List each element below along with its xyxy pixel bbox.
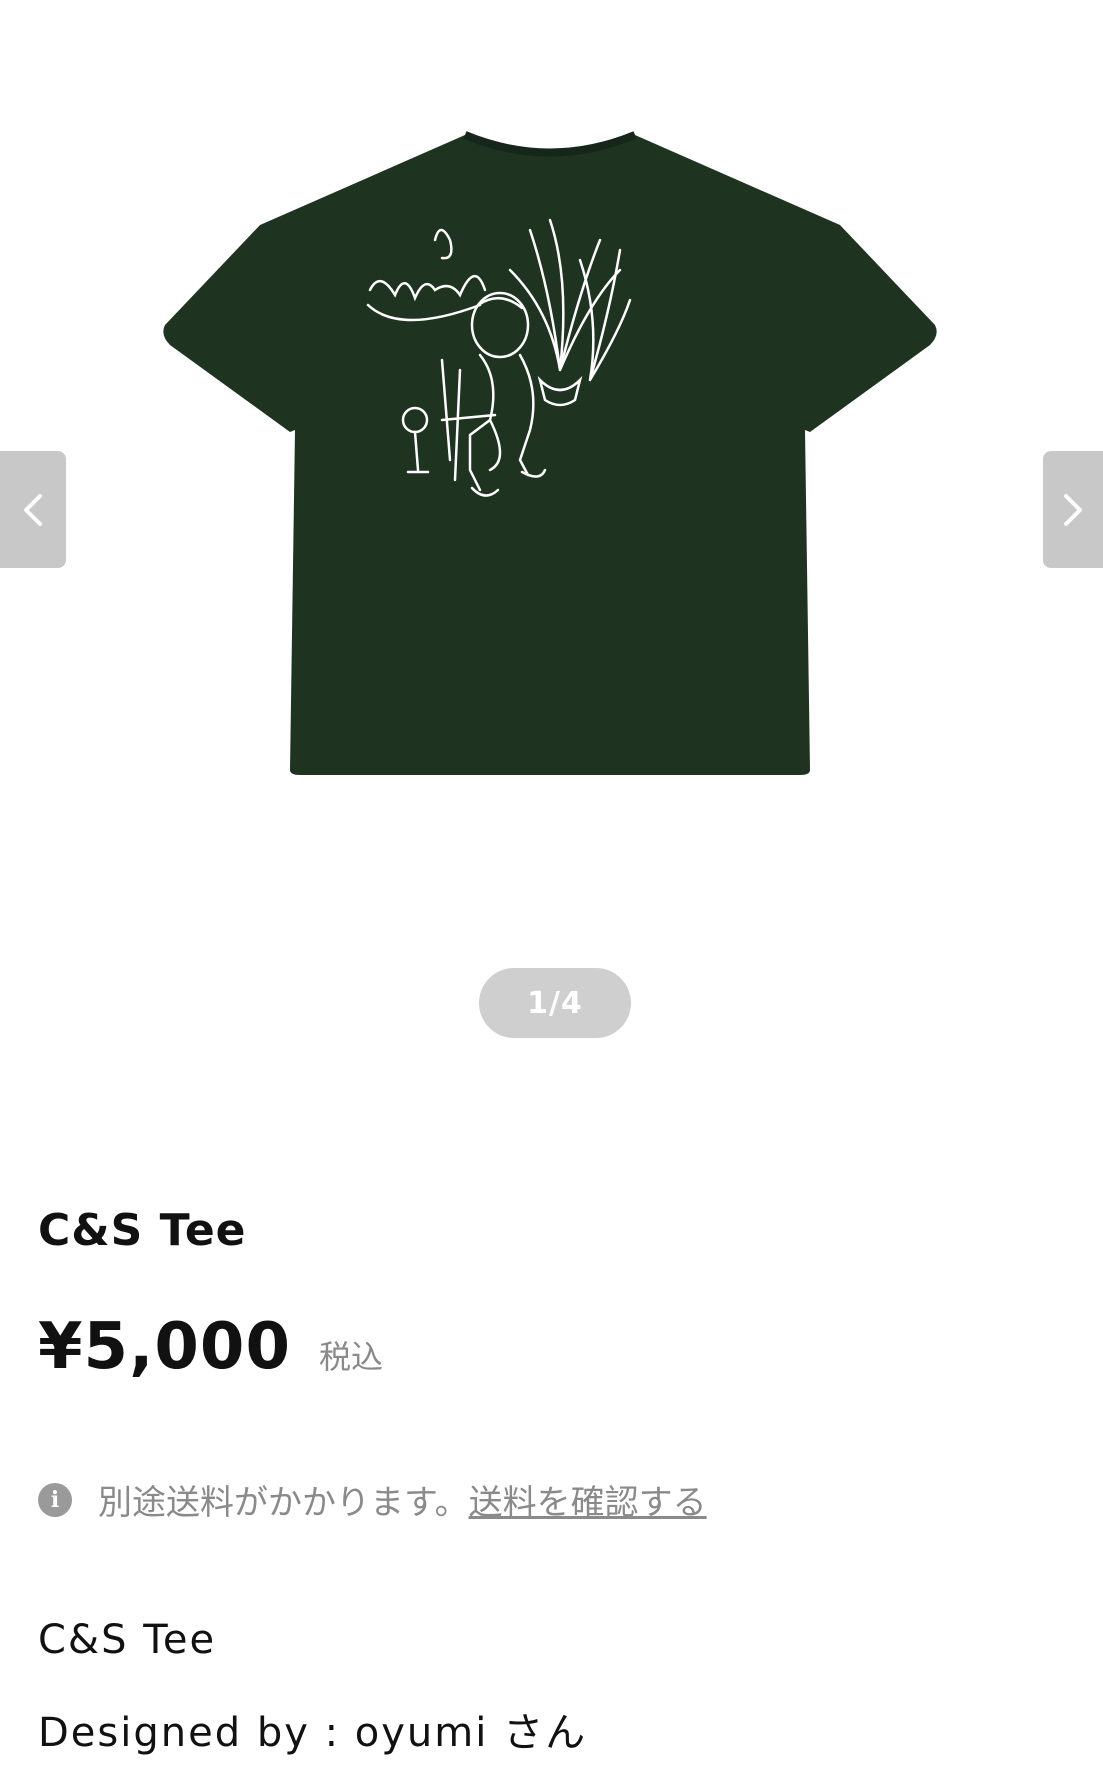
previous-image-button[interactable] (0, 451, 66, 568)
shipping-note: 別途送料がかかります。 (98, 1483, 469, 1523)
shipping-notice: i 別途送料がかかります。 送料を確認する (38, 1475, 707, 1524)
image-counter: 1/4 (479, 968, 631, 1038)
chevron-left-icon (24, 493, 42, 526)
check-shipping-link[interactable]: 送料を確認する (469, 1475, 707, 1524)
chevron-right-icon (1064, 493, 1082, 526)
tax-label: 税込 (318, 1338, 383, 1376)
description-line: Designed by : oyumi さん (38, 1710, 588, 1756)
product-image-gallery: 1/4 (0, 0, 1103, 1060)
product-image[interactable] (150, 130, 950, 890)
product-title: C&S Tee (38, 1205, 247, 1256)
next-image-button[interactable] (1043, 451, 1103, 568)
description-line: C&S Tee (38, 1617, 217, 1663)
price-row: ¥5,000 税込 (38, 1310, 383, 1384)
product-price: ¥5,000 (38, 1310, 291, 1384)
info-icon: i (38, 1482, 72, 1517)
